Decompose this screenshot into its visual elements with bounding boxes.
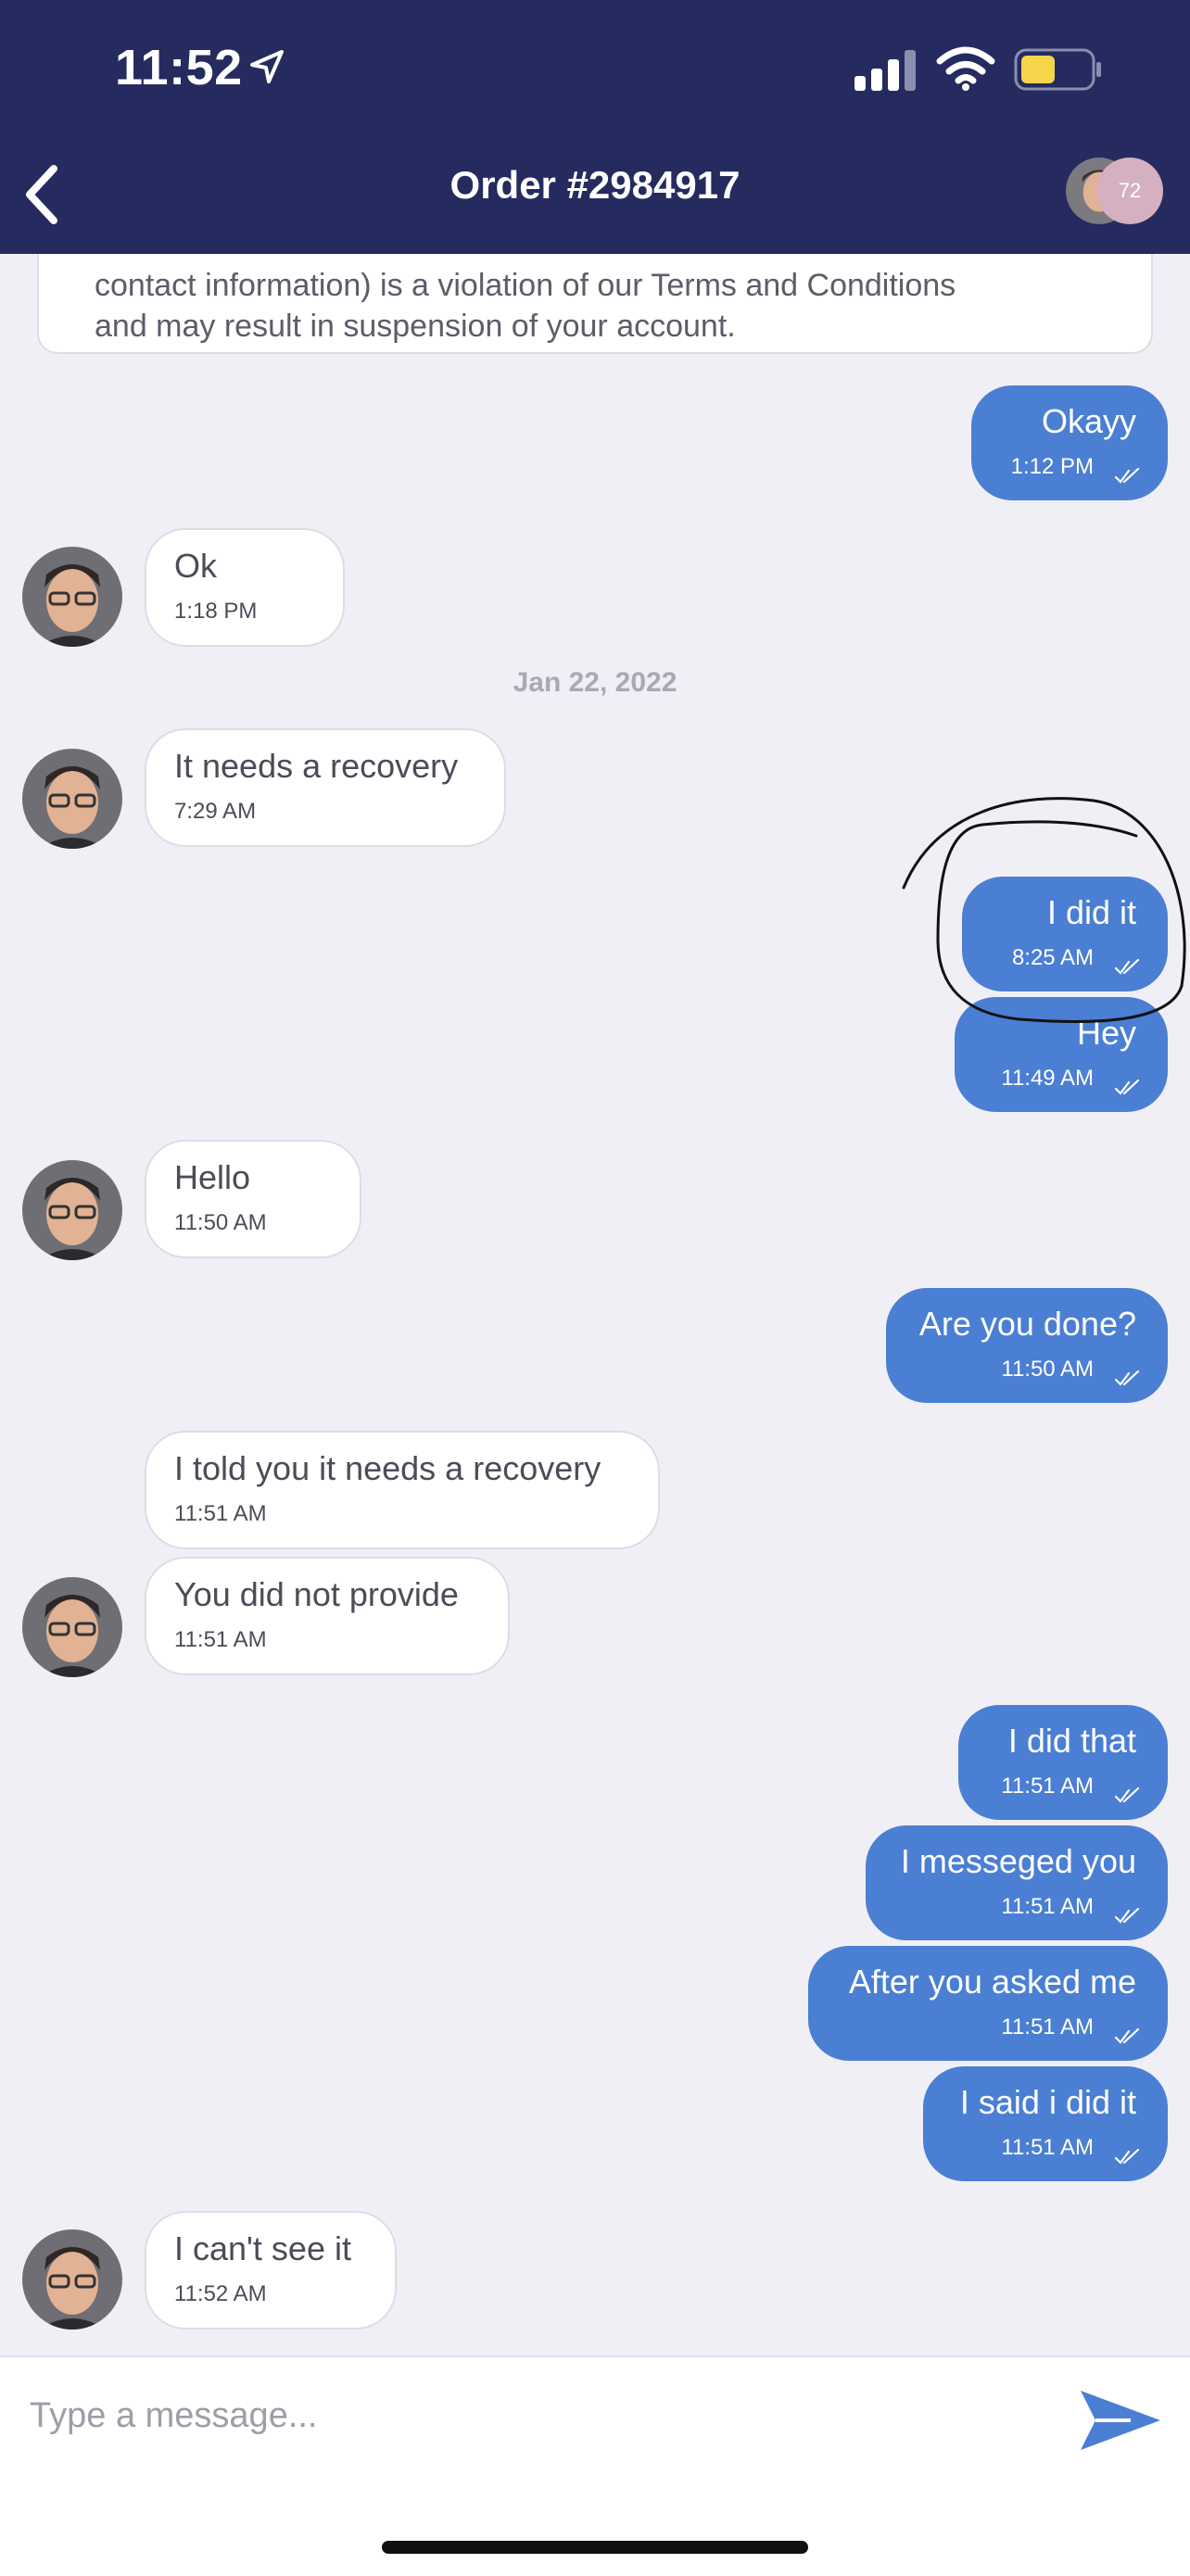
message-text: I said i did it xyxy=(959,2083,1136,2121)
read-receipt-icon xyxy=(1114,2027,1140,2044)
person-face-icon xyxy=(22,1577,122,1677)
outgoing-message[interactable]: Hey 11:49 AM xyxy=(955,997,1168,1112)
message-text: You did not provide xyxy=(174,1575,459,1613)
person-face-icon xyxy=(22,2229,122,2330)
message-time: 7:29 AM xyxy=(174,799,257,824)
message-time: 11:51 AM xyxy=(1001,2135,1094,2160)
incoming-message[interactable]: I told you it needs a recovery 11:51 AM xyxy=(145,1431,660,1549)
message-text: I messeged you xyxy=(900,1842,1136,1880)
read-receipt-icon xyxy=(1114,2148,1140,2165)
battery-icon xyxy=(1014,48,1101,91)
message-time: 11:51 AM xyxy=(1001,2014,1094,2039)
outgoing-message[interactable]: Are you done? 11:50 AM xyxy=(886,1288,1168,1403)
read-receipt-icon xyxy=(1114,1079,1140,1095)
read-receipt-icon xyxy=(1114,467,1140,484)
page-title: Order #2984917 xyxy=(449,163,741,207)
read-receipt-icon xyxy=(1114,1370,1140,1386)
incoming-message[interactable]: Hello 11:50 AM xyxy=(145,1140,361,1258)
notice-line: contact information) is a violation of o… xyxy=(95,268,956,303)
outgoing-message[interactable]: I did it 8:25 AM xyxy=(962,877,1168,991)
message-text: Hello xyxy=(174,1158,251,1196)
read-receipt-icon xyxy=(1114,958,1140,975)
message-list[interactable]: contact information) is a violation of o… xyxy=(0,254,1190,2355)
incoming-message[interactable]: You did not provide 11:51 AM xyxy=(145,1557,510,1675)
message-text: I can't see it xyxy=(174,2229,351,2267)
message-time: 11:50 AM xyxy=(174,1210,267,1235)
location-arrow-icon xyxy=(250,50,284,83)
person-face-icon xyxy=(22,547,122,647)
person-face-icon xyxy=(22,749,122,849)
outgoing-message[interactable]: After you asked me 11:51 AM xyxy=(808,1946,1168,2061)
message-text: I told you it needs a recovery xyxy=(174,1449,601,1487)
message-text: After you asked me xyxy=(848,1963,1136,2001)
chat-header: Order #2984917 72 xyxy=(0,139,1190,254)
message-time: 1:18 PM xyxy=(174,599,258,624)
message-text: Ok xyxy=(174,547,218,585)
date-separator: Jan 22, 2022 xyxy=(513,667,677,698)
sender-avatar[interactable] xyxy=(22,749,122,849)
notice-line: and may result in suspension of your acc… xyxy=(95,309,736,344)
incoming-message[interactable]: I can't see it 11:52 AM xyxy=(145,2211,397,2330)
cellular-signal-icon xyxy=(855,50,916,91)
outgoing-message[interactable]: Okayy 1:12 PM xyxy=(971,385,1168,500)
composer-bar xyxy=(0,2355,1190,2576)
terms-notice: contact information) is a violation of o… xyxy=(37,254,1153,354)
incoming-message[interactable]: Ok 1:18 PM xyxy=(145,528,345,647)
incoming-message[interactable]: It needs a recovery 7:29 AM xyxy=(145,728,506,847)
outgoing-message[interactable]: I messeged you 11:51 AM xyxy=(866,1825,1168,1940)
read-receipt-icon xyxy=(1114,1907,1140,1924)
status-bar: 11:52 xyxy=(0,0,1190,139)
message-text: Hey xyxy=(1076,1014,1136,1052)
user-badge[interactable]: 72 xyxy=(1096,158,1163,224)
sender-avatar[interactable] xyxy=(22,2229,122,2330)
home-indicator xyxy=(382,2541,808,2554)
message-time: 11:50 AM xyxy=(1001,1357,1094,1382)
sender-avatar[interactable] xyxy=(22,547,122,647)
message-time: 11:52 AM xyxy=(174,2281,267,2306)
message-text: It needs a recovery xyxy=(174,747,459,785)
message-text: Okayy xyxy=(1041,402,1136,440)
person-face-icon xyxy=(22,1160,122,1260)
message-input[interactable] xyxy=(28,2385,1051,2446)
message-time: 11:51 AM xyxy=(174,1627,267,1652)
sender-avatar[interactable] xyxy=(22,1577,122,1677)
sender-avatar[interactable] xyxy=(22,1160,122,1260)
message-time: 11:51 AM xyxy=(174,1501,267,1526)
wifi-icon xyxy=(936,46,995,91)
status-time: 11:52 xyxy=(115,40,243,95)
send-icon[interactable] xyxy=(1075,2383,1164,2457)
message-text: I did it xyxy=(1046,893,1136,931)
read-receipt-icon xyxy=(1114,1787,1140,1803)
message-text: I did that xyxy=(1007,1722,1136,1760)
outgoing-message[interactable]: I said i did it 11:51 AM xyxy=(923,2066,1168,2181)
message-time: 11:51 AM xyxy=(1001,1894,1094,1919)
outgoing-message[interactable]: I did that 11:51 AM xyxy=(958,1705,1168,1820)
message-text: Are you done? xyxy=(918,1305,1136,1343)
